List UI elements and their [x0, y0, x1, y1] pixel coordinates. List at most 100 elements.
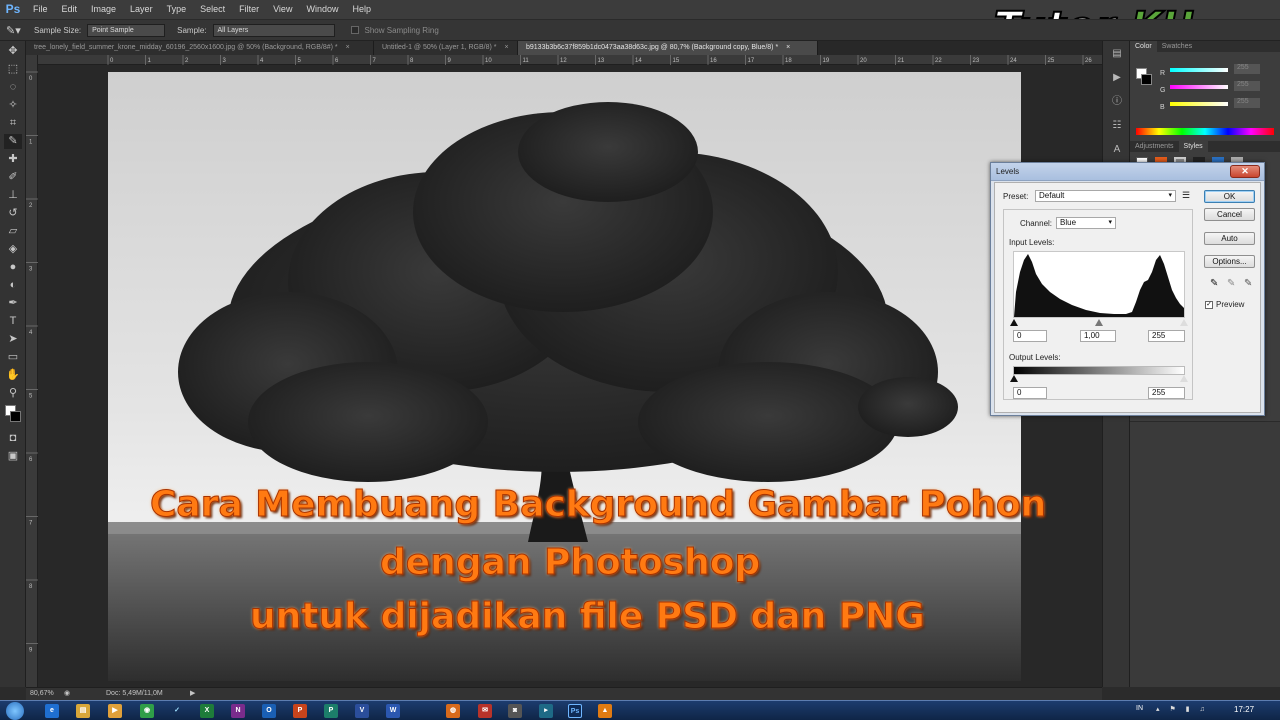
- dodge-tool-icon[interactable]: ◐: [4, 278, 22, 293]
- history-brush-tool-icon[interactable]: ↺: [4, 206, 22, 221]
- input-white-field[interactable]: 255: [1148, 330, 1185, 342]
- ruler-vertical[interactable]: 0 1 2 3 4 5 6 7 8 9: [26, 55, 38, 687]
- channel-select[interactable]: Blue ▾: [1056, 217, 1116, 229]
- taskbar-publisher-icon[interactable]: P: [324, 704, 338, 718]
- tab-swatches[interactable]: Swatches: [1157, 41, 1197, 52]
- black-eyedropper-icon[interactable]: ✎: [1210, 278, 1218, 289]
- taskbar-outlook-icon[interactable]: O: [262, 704, 276, 718]
- sample-select[interactable]: All Layers: [212, 23, 335, 37]
- input-gray-slider-handle[interactable]: [1095, 319, 1103, 326]
- document-image-tree[interactable]: [108, 72, 1021, 681]
- canvas-area[interactable]: [38, 65, 1102, 687]
- value-r[interactable]: 255: [1234, 64, 1260, 74]
- tab-tree-lonely-field[interactable]: tree_lonely_field_summer_krone_midday_60…: [26, 41, 374, 55]
- menu-filter[interactable]: Filter: [232, 0, 266, 19]
- close-icon[interactable]: ✕: [1230, 165, 1260, 178]
- input-black-slider-handle[interactable]: [1010, 319, 1018, 326]
- value-b[interactable]: 255: [1234, 98, 1260, 108]
- taskbar-explorer-icon[interactable]: ▤: [76, 704, 90, 718]
- output-white-slider-handle[interactable]: [1180, 375, 1188, 382]
- show-sampling-ring-checkbox[interactable]: [350, 26, 359, 34]
- start-button[interactable]: [6, 702, 24, 720]
- path-selection-tool-icon[interactable]: ➤: [4, 332, 22, 347]
- tab-styles[interactable]: Styles: [1178, 141, 1208, 152]
- language-indicator[interactable]: IN: [1136, 705, 1143, 712]
- input-mid-field[interactable]: 1,00: [1080, 330, 1116, 342]
- tab-b9133b3b6c[interactable]: b9133b3b6c37f859b1dc0473aa38d63c.jpg @ 8…: [518, 41, 818, 55]
- gray-eyedropper-icon[interactable]: ✎: [1227, 278, 1235, 289]
- taskbar-app-icon[interactable]: ▸: [539, 704, 553, 718]
- taskbar-word-icon[interactable]: W: [386, 704, 400, 718]
- status-arrow-icon[interactable]: ▶: [190, 689, 195, 697]
- menu-layer[interactable]: Layer: [123, 0, 160, 19]
- background-color-swatch[interactable]: [10, 411, 21, 422]
- slider-b[interactable]: [1170, 102, 1228, 106]
- crop-tool-icon[interactable]: ⌗: [4, 116, 22, 131]
- taskbar-photoshop-icon[interactable]: Ps: [568, 704, 582, 718]
- menu-view[interactable]: View: [266, 0, 299, 19]
- preset-select[interactable]: Default ▾: [1035, 190, 1176, 202]
- shape-tool-icon[interactable]: ▭: [4, 350, 22, 365]
- info-icon[interactable]: ⓘ: [1108, 95, 1126, 109]
- properties-icon[interactable]: ☷: [1108, 119, 1126, 133]
- menu-select[interactable]: Select: [193, 0, 232, 19]
- ok-button[interactable]: OK: [1204, 190, 1255, 203]
- output-black-slider-handle[interactable]: [1010, 375, 1018, 382]
- taskbar-check-icon[interactable]: ✓: [170, 704, 184, 718]
- eraser-tool-icon[interactable]: ▱: [4, 224, 22, 239]
- slider-g[interactable]: [1170, 85, 1228, 89]
- menu-help[interactable]: Help: [345, 0, 378, 19]
- tab-close-icon[interactable]: ×: [786, 44, 790, 51]
- white-eyedropper-icon[interactable]: ✎: [1244, 278, 1252, 289]
- color-spectrum[interactable]: [1136, 128, 1274, 135]
- eyedropper-tool-preset-icon[interactable]: ✎▾: [6, 24, 28, 37]
- slider-r[interactable]: [1170, 68, 1228, 72]
- blur-tool-icon[interactable]: ●: [4, 260, 22, 275]
- taskbar-onenote-icon[interactable]: N: [231, 704, 245, 718]
- output-black-field[interactable]: 0: [1013, 387, 1047, 399]
- taskbar-camera-icon[interactable]: ◙: [508, 704, 522, 718]
- taskbar-vlc-icon[interactable]: ▲: [598, 704, 612, 718]
- output-white-field[interactable]: 255: [1148, 387, 1185, 399]
- paint-bucket-tool-icon[interactable]: ◈: [4, 242, 22, 257]
- marquee-tool-icon[interactable]: ⬚: [4, 62, 22, 77]
- color-swatches[interactable]: [4, 405, 21, 427]
- lasso-tool-icon[interactable]: ◌: [4, 80, 22, 95]
- taskbar-firefox-icon[interactable]: ◍: [446, 704, 460, 718]
- history-icon[interactable]: ▤: [1108, 47, 1126, 61]
- screen-mode-icon[interactable]: ▣: [4, 449, 22, 464]
- status-info-icon[interactable]: ◉: [64, 689, 70, 697]
- tab-close-icon[interactable]: ×: [346, 44, 350, 51]
- menu-file[interactable]: File: [26, 0, 55, 19]
- clock[interactable]: 17:27: [1234, 705, 1254, 714]
- tab-color[interactable]: Color: [1130, 41, 1157, 52]
- menu-image[interactable]: Image: [84, 0, 123, 19]
- taskbar-excel-icon[interactable]: X: [200, 704, 214, 718]
- value-g[interactable]: 255: [1234, 81, 1260, 91]
- preview-checkbox[interactable]: ✓: [1205, 301, 1213, 309]
- quick-select-tool-icon[interactable]: ✧: [4, 98, 22, 113]
- zoom-tool-icon[interactable]: ⚲: [4, 386, 22, 401]
- taskbar-chrome-icon[interactable]: ◉: [140, 704, 154, 718]
- menu-edit[interactable]: Edit: [55, 0, 85, 19]
- input-white-slider-handle[interactable]: [1180, 319, 1188, 326]
- ruler-horizontal[interactable]: 0 1 2 3 4 5 6 7 8 9 10 11 12 13 14 15 16 17 18 19 20 21 22 23 24…: [38, 55, 1102, 65]
- output-slider-track[interactable]: [1010, 375, 1188, 383]
- taskbar-powerpoint-icon[interactable]: P: [293, 704, 307, 718]
- options-button[interactable]: Options...: [1204, 255, 1255, 268]
- zoom-level[interactable]: 80,67%: [30, 690, 54, 697]
- tab-close-icon[interactable]: ×: [504, 44, 508, 51]
- character-icon[interactable]: A: [1108, 143, 1126, 157]
- brush-tool-icon[interactable]: ✐: [4, 170, 22, 185]
- tray-icons[interactable]: ▴ ⚑ ▮ ♫: [1156, 705, 1209, 713]
- taskbar-ie-icon[interactable]: e: [45, 704, 59, 718]
- sample-size-select[interactable]: Point Sample: [87, 23, 166, 37]
- actions-icon[interactable]: ▶: [1108, 71, 1126, 85]
- levels-titlebar[interactable]: Levels ✕: [991, 163, 1264, 181]
- pen-tool-icon[interactable]: ✒: [4, 296, 22, 311]
- input-slider-track[interactable]: [1010, 319, 1188, 327]
- color-bg-swatch[interactable]: [1141, 74, 1152, 85]
- menu-type[interactable]: Type: [160, 0, 194, 19]
- quick-mask-icon[interactable]: ◘: [4, 431, 22, 446]
- taskbar-mail-icon[interactable]: ✉: [478, 704, 492, 718]
